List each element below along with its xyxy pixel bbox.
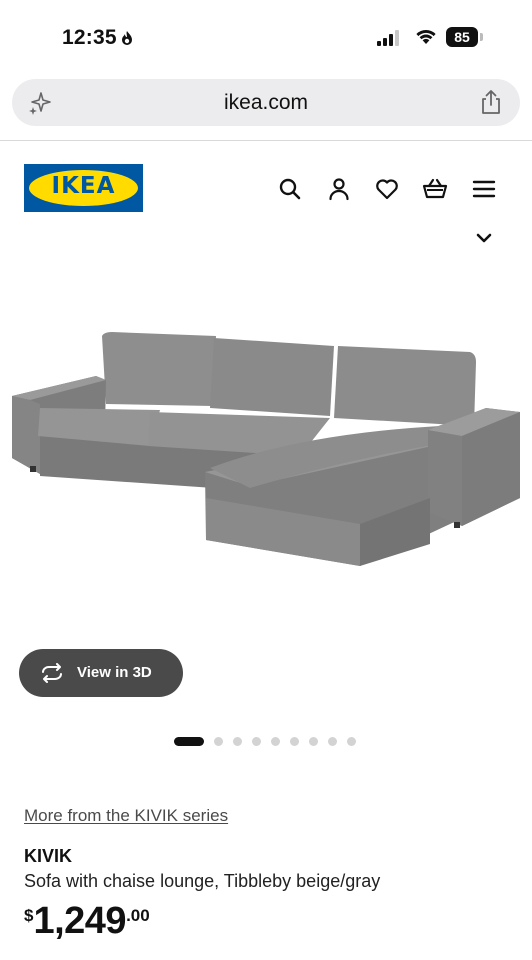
- status-time-group: 12:35: [62, 26, 134, 50]
- wifi-icon: [416, 29, 436, 44]
- share-icon[interactable]: [478, 88, 504, 116]
- logo-text: IKEA: [51, 173, 116, 199]
- pagination-dot[interactable]: [309, 736, 318, 746]
- product-price: $1,249.00: [24, 900, 150, 943]
- divider: [0, 140, 532, 141]
- search-icon[interactable]: [277, 176, 303, 202]
- chevron-down-icon[interactable]: [475, 232, 493, 244]
- pagination-dot[interactable]: [214, 736, 223, 746]
- price-currency: $: [24, 906, 34, 925]
- address-bar[interactable]: ikea.com: [12, 79, 520, 126]
- product-description: Sofa with chaise lounge, Tibbleby beige/…: [24, 871, 381, 891]
- rotate-3d-icon: [42, 663, 62, 683]
- pagination-dot-active[interactable]: [174, 736, 204, 746]
- url-text[interactable]: ikea.com: [12, 91, 520, 115]
- pagination-dot[interactable]: [328, 736, 337, 746]
- battery-tip: [480, 33, 483, 41]
- product-image[interactable]: [0, 258, 532, 618]
- product-name: KIVIK: [24, 846, 73, 866]
- cellular-signal-icon: [377, 30, 399, 46]
- view-in-3d-label: View in 3D: [77, 664, 152, 681]
- pagination-dot[interactable]: [290, 736, 299, 746]
- gallery-pagination[interactable]: [174, 736, 356, 746]
- ikea-logo[interactable]: IKEA: [24, 164, 143, 212]
- status-time: 12:35: [62, 26, 117, 49]
- account-icon[interactable]: [326, 176, 352, 202]
- status-bar: 12:35 85: [0, 0, 532, 72]
- view-in-3d-button[interactable]: View in 3D: [19, 649, 183, 697]
- pagination-dot[interactable]: [271, 736, 280, 746]
- menu-icon[interactable]: [471, 176, 497, 202]
- price-whole: 1,249: [33, 900, 127, 942]
- pagination-dot[interactable]: [252, 736, 261, 746]
- battery-level: 85: [446, 27, 478, 47]
- pagination-dot[interactable]: [233, 736, 242, 746]
- cart-icon[interactable]: [422, 176, 448, 202]
- pagination-dot[interactable]: [347, 736, 356, 746]
- focus-mode-icon: [121, 31, 132, 45]
- favorites-icon[interactable]: [374, 176, 400, 202]
- series-link[interactable]: More from the KIVIK series: [24, 806, 228, 826]
- price-cents: .00: [126, 906, 150, 925]
